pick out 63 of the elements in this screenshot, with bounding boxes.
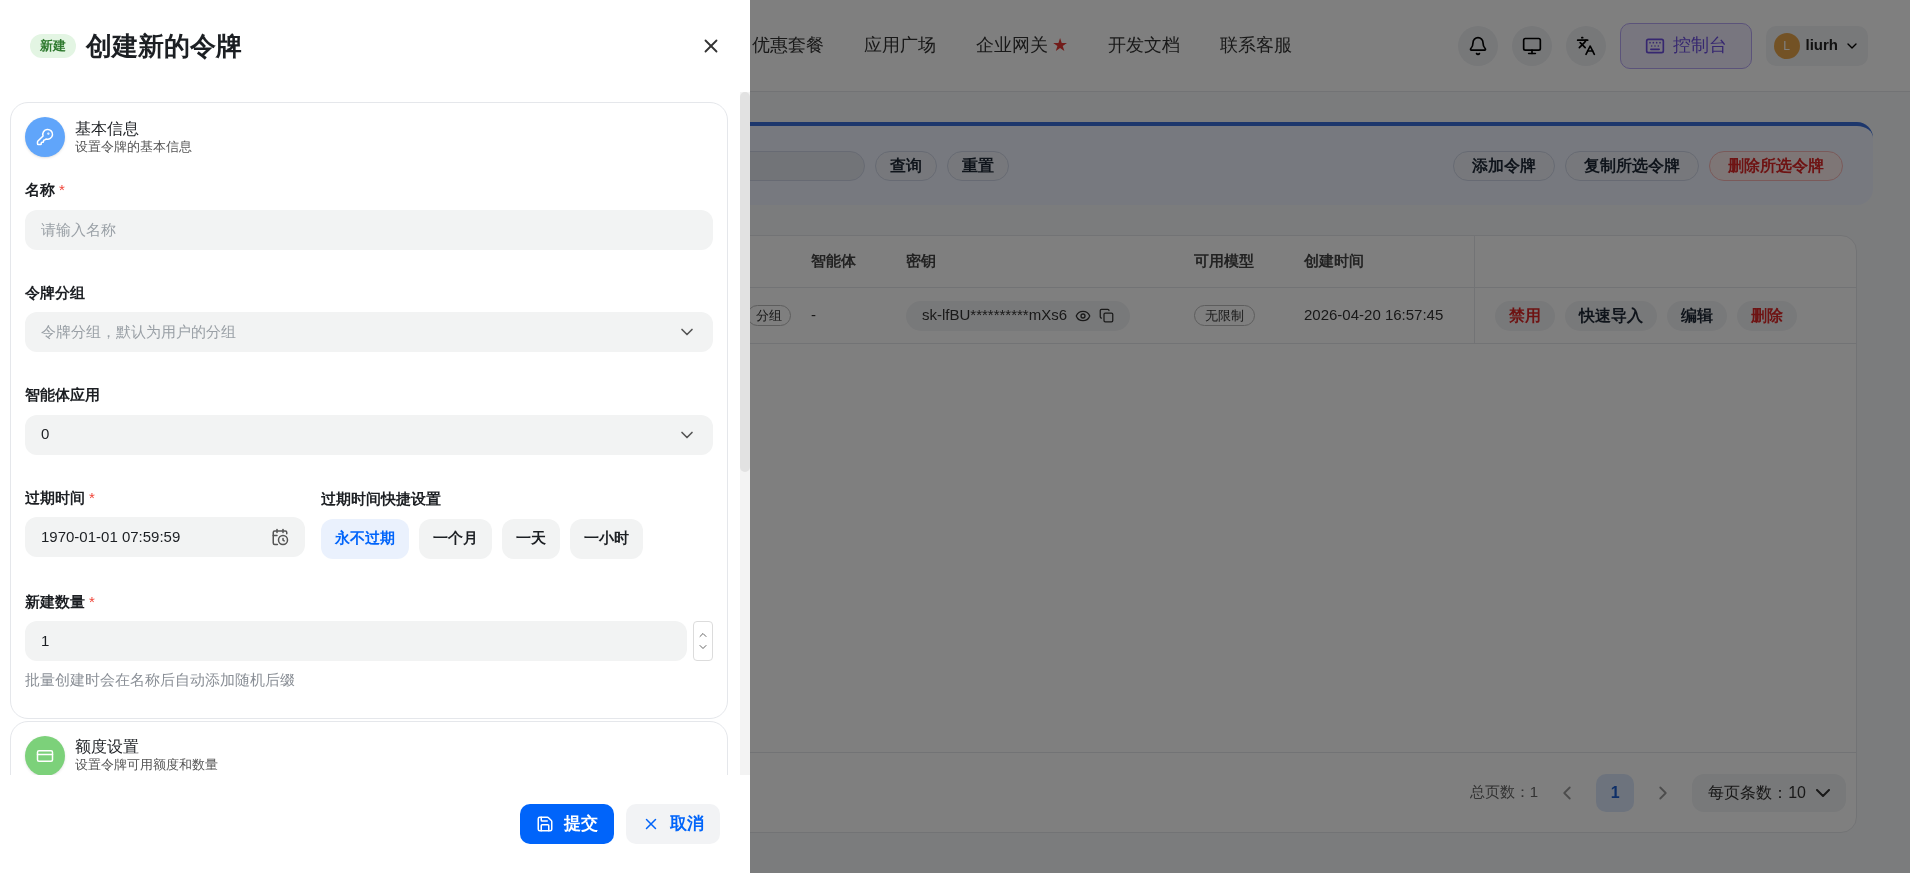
row-action-button[interactable]: 编辑 [1667,300,1727,331]
help-text: 批量创建时会在名称后自动添加随机后缀 [25,670,296,690]
column-header: 可用模型 [1194,251,1255,272]
user-avatar: L [1773,32,1800,59]
key-pill: sk-lfBU**********mXs6 [906,300,1131,331]
row-action-button[interactable]: 快速导入 [1565,300,1657,331]
translate-icon [1575,35,1596,56]
field-label: 名称 [25,180,55,200]
section-title: 额度设置 [75,737,140,758]
submit-button[interactable]: 提交 [520,804,614,844]
toolbar-button[interactable]: 复制所选令牌 [1565,150,1699,181]
field-label: 过期时间快捷设置 [321,489,441,507]
nav-link[interactable]: 联系客服 [1220,32,1292,59]
new-badge: 新建 [30,34,76,58]
key-icon [36,128,54,146]
field-label: 新建数量 [25,591,85,612]
quick-option-button[interactable]: 永不过期 [321,518,409,559]
nav-link[interactable]: 企业网关 ★ [976,32,1068,59]
cancel-button[interactable]: 取消 [626,804,720,844]
section-subtitle: 设置令牌可用额度和数量 [75,757,218,774]
field-label: 过期时间 [25,487,85,508]
quick-option-button[interactable]: 一小时 [570,518,643,559]
required-mark: * [89,591,95,612]
nav-link[interactable]: 开发文档 [1108,32,1180,59]
save-icon [536,815,554,833]
row-action-button[interactable]: 禁用 [1495,300,1555,331]
nav-link[interactable]: 优惠套餐 [752,32,824,59]
column-header: 密钥 [906,251,937,272]
table-cell-text: 2026-04-20 16:57:45 [1304,305,1445,326]
name-input[interactable]: 请输入名称 [25,209,713,250]
field-label: 令牌分组 [25,282,85,303]
toolbar-button[interactable]: 重置 [947,150,1009,181]
field-label: 智能体应用 [25,385,100,405]
calendar-icon [271,528,289,546]
toolbar-button[interactable]: 删除所选令牌 [1709,150,1843,181]
date-time-field[interactable]: 1970-01-01 07:59:59 [25,517,305,557]
row-action-button[interactable]: 删除 [1737,300,1797,331]
total-pages-text: 总页数：1 [1469,782,1539,803]
column-header: 创建时间 [1304,251,1365,272]
bell-icon [1467,35,1488,56]
section-subtitle: 设置令牌的基本信息 [75,138,192,156]
drawer-title: 创建新的令牌 [86,29,242,63]
section-title: 基本信息 [75,118,140,139]
nav-link[interactable]: 应用广场 [864,32,936,59]
quick-option-button[interactable]: 一天 [502,518,560,559]
user-menu-button[interactable]: L liurh [1765,25,1868,66]
monitor-icon [1521,35,1542,56]
page-button[interactable]: 1 [1596,773,1635,812]
toolbar-button[interactable]: 添加令牌 [1453,150,1555,181]
required-mark: * [89,487,95,508]
console-button[interactable]: 控制台 [1619,22,1752,69]
table-cell-text: - [811,305,817,326]
number-input[interactable]: 1 [25,621,687,661]
toolbar-button[interactable]: 查询 [875,150,937,181]
chevron-down-icon [1816,788,1830,797]
page-size-select[interactable]: 每页条数：10 [1692,773,1846,812]
required-mark: * [59,180,65,200]
select-field[interactable]: 令牌分组，默认为用户的分组 [25,312,713,352]
quick-option-button[interactable]: 一个月 [419,518,492,559]
select-field[interactable]: 0 [25,414,713,455]
scrollbar-thumb[interactable] [740,92,750,472]
copy-icon[interactable] [1099,308,1115,323]
column-header: 智能体 [811,251,857,272]
